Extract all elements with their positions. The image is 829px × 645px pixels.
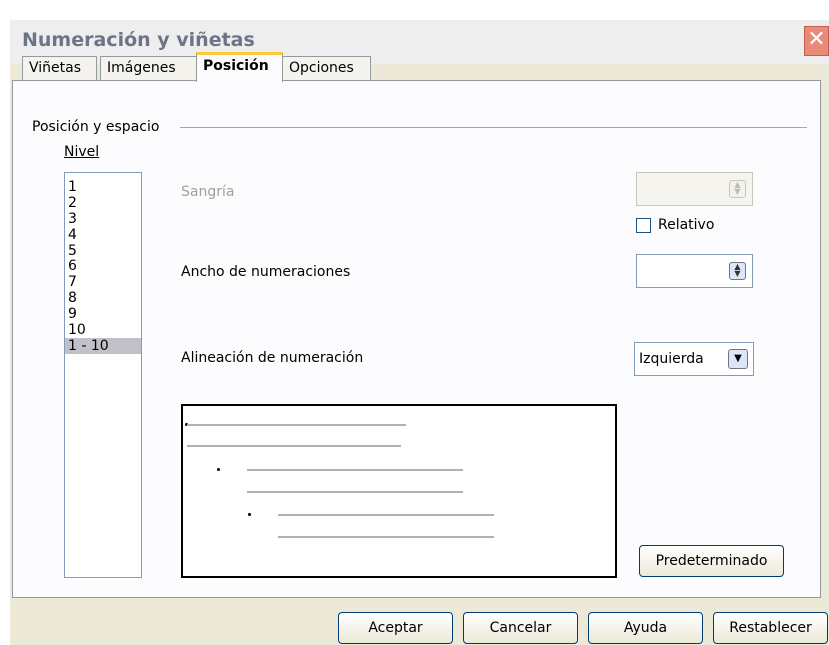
numbering-preview xyxy=(181,404,617,578)
ok-button[interactable]: Aceptar xyxy=(338,612,453,644)
list-item[interactable]: 1 xyxy=(65,179,141,195)
level-listbox[interactable]: 1 2 3 4 5 6 7 8 9 10 1 - 10 xyxy=(64,172,142,578)
level-label: Nivel xyxy=(64,144,100,160)
indent-spinbox: ▲ ▼ xyxy=(636,172,753,206)
tab-imagenes[interactable]: Imágenes xyxy=(100,56,197,80)
width-spinbox[interactable]: ▲ ▼ xyxy=(636,254,753,288)
bullet-dot xyxy=(248,513,251,516)
chevron-down-icon[interactable]: ▼ xyxy=(728,349,748,369)
align-label: Alineación de numeración xyxy=(181,350,364,366)
tab-posicion[interactable]: Posición xyxy=(196,52,283,82)
spin-arrows-icon: ▲ ▼ xyxy=(729,180,746,198)
tab-vinetas[interactable]: Viñetas xyxy=(22,56,97,80)
preview-line xyxy=(247,469,463,471)
relative-checkbox[interactable] xyxy=(636,218,651,233)
reset-button[interactable]: Restablecer xyxy=(713,612,828,644)
close-icon: ✕ xyxy=(807,27,826,52)
tab-label: Imágenes xyxy=(107,60,176,76)
close-button[interactable]: ✕ xyxy=(804,26,829,56)
section-legend: Posición y espacio xyxy=(32,119,166,135)
preview-line xyxy=(278,536,494,538)
default-button[interactable]: Predeterminado xyxy=(639,545,784,577)
cancel-button[interactable]: Cancelar xyxy=(463,612,578,644)
align-select[interactable]: Izquierda ▼ xyxy=(634,342,754,376)
preview-line xyxy=(187,445,401,447)
preview-line xyxy=(187,424,406,426)
list-item[interactable]: 9 xyxy=(65,306,141,322)
bullet-dot xyxy=(217,468,220,471)
list-item[interactable]: 4 xyxy=(65,227,141,243)
align-select-value: Izquierda xyxy=(639,351,704,367)
list-item[interactable]: 10 xyxy=(65,322,141,338)
help-button[interactable]: Ayuda xyxy=(588,612,703,644)
section-divider xyxy=(180,127,807,128)
width-label: Ancho de numeraciones xyxy=(181,264,351,280)
tab-label: Posición xyxy=(203,58,269,74)
tab-label: Viñetas xyxy=(29,60,82,76)
tab-opciones[interactable]: Opciones xyxy=(282,56,371,80)
tab-label: Opciones xyxy=(289,60,354,76)
list-item[interactable]: 6 xyxy=(65,258,141,275)
list-item[interactable]: 2 xyxy=(65,195,141,211)
indent-label: Sangría xyxy=(181,184,235,200)
preview-line xyxy=(247,491,463,493)
list-item-selected[interactable]: 1 - 10 xyxy=(65,337,141,354)
relative-label: Relativo xyxy=(658,217,715,233)
preview-line xyxy=(278,514,494,516)
spin-arrows-icon[interactable]: ▲ ▼ xyxy=(729,262,746,280)
list-item[interactable]: 7 xyxy=(65,274,141,290)
list-item[interactable]: 5 xyxy=(65,243,141,259)
list-item[interactable]: 3 xyxy=(65,211,141,227)
window-title: Numeración y viñetas xyxy=(22,29,255,51)
list-item[interactable]: 8 xyxy=(65,290,141,306)
